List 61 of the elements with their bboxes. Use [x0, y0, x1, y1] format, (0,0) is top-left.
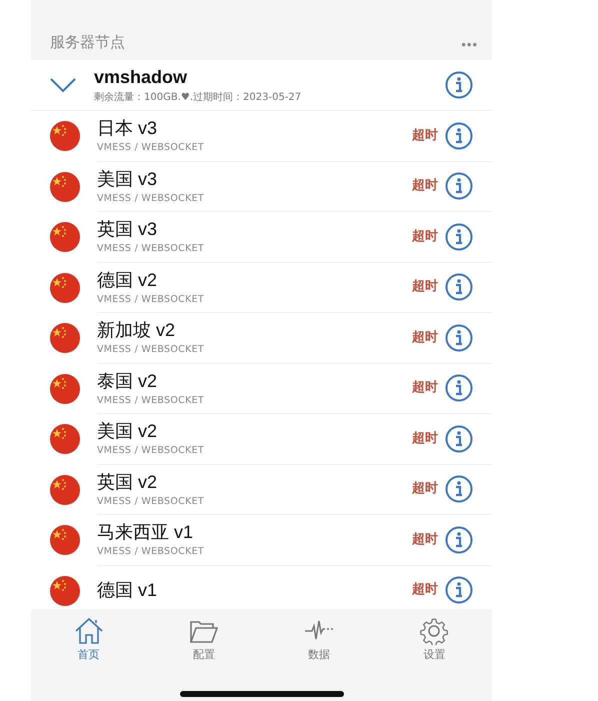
- status-label: 超时: [412, 481, 438, 498]
- server-name: 新加坡 v2: [97, 320, 176, 342]
- status-label: 超时: [412, 279, 438, 296]
- status-label: 超时: [412, 582, 438, 598]
- tab[interactable]: 配置: [146, 617, 262, 662]
- home-icon: [74, 617, 104, 645]
- status-label: 超时: [412, 178, 438, 194]
- flag-icon: [50, 172, 80, 202]
- server-protocol: VMESS / WEBSOCKET: [97, 192, 206, 204]
- server-name: 马来西亚 v1: [97, 522, 194, 544]
- info-icon[interactable]: [445, 71, 473, 99]
- server-name: 英国 v3: [97, 219, 158, 240]
- status-label: 超时: [412, 128, 438, 144]
- flag-icon: [50, 525, 80, 556]
- server-name: 美国 v2: [97, 421, 158, 442]
- tab[interactable]: 首页: [31, 617, 146, 662]
- server-name: 泰国 v2: [97, 370, 158, 392]
- status-label: 超时: [412, 532, 438, 548]
- info-icon[interactable]: [445, 172, 473, 200]
- info-icon[interactable]: [445, 374, 473, 402]
- flag-icon: [50, 474, 80, 505]
- flag-icon: [50, 374, 80, 404]
- info-icon[interactable]: [445, 424, 473, 453]
- info-icon[interactable]: [445, 273, 473, 302]
- server-name: 德国 v1: [97, 580, 158, 601]
- info-icon[interactable]: [445, 324, 473, 352]
- server-name: 日本 v3: [97, 118, 158, 140]
- more-button[interactable]: •••: [461, 37, 478, 52]
- info-icon[interactable]: [445, 526, 473, 554]
- tab[interactable]: 设置: [376, 617, 492, 662]
- flag-icon: [50, 323, 80, 354]
- server-protocol: VMESS / WEBSOCKET: [97, 546, 206, 558]
- server-protocol: VMESS / WEBSOCKET: [97, 344, 206, 356]
- status-label: 超时: [412, 430, 438, 447]
- server-protocol: VMESS / WEBSOCKET: [97, 243, 206, 254]
- tab[interactable]: 数据: [262, 617, 377, 662]
- server-name: 德国 v2: [97, 270, 158, 291]
- gear-icon: [419, 617, 450, 645]
- status-label: 超时: [412, 330, 438, 346]
- server-protocol: VMESS / WEBSOCKET: [97, 142, 206, 154]
- server-protocol: VMESS / WEBSOCKET: [97, 394, 206, 406]
- flag-icon: [50, 424, 80, 454]
- flag-icon: [50, 222, 80, 252]
- server-name: 美国 v3: [97, 168, 158, 190]
- server-protocol: VMESS / WEBSOCKET: [97, 496, 206, 507]
- flag-icon: [50, 121, 80, 152]
- group-name: vmshadow: [94, 66, 188, 88]
- group-info: 剩余流量：100GB.♥.过期时间：2023-05-27: [94, 90, 302, 104]
- status-label: 超时: [412, 380, 438, 396]
- info-icon[interactable]: [445, 222, 473, 251]
- server-name: 英国 v2: [97, 472, 158, 493]
- status-label: 超时: [412, 228, 438, 245]
- info-icon[interactable]: [445, 122, 473, 150]
- server-protocol: VMESS / WEBSOCKET: [97, 294, 206, 305]
- info-icon[interactable]: [445, 576, 473, 604]
- flag-icon: [50, 576, 80, 606]
- info-icon[interactable]: [445, 475, 473, 504]
- section-title: 服务器节点: [50, 33, 125, 52]
- flag-icon: [50, 272, 80, 303]
- server-protocol: VMESS / WEBSOCKET: [97, 445, 206, 456]
- chevron-icon[interactable]: [50, 77, 76, 93]
